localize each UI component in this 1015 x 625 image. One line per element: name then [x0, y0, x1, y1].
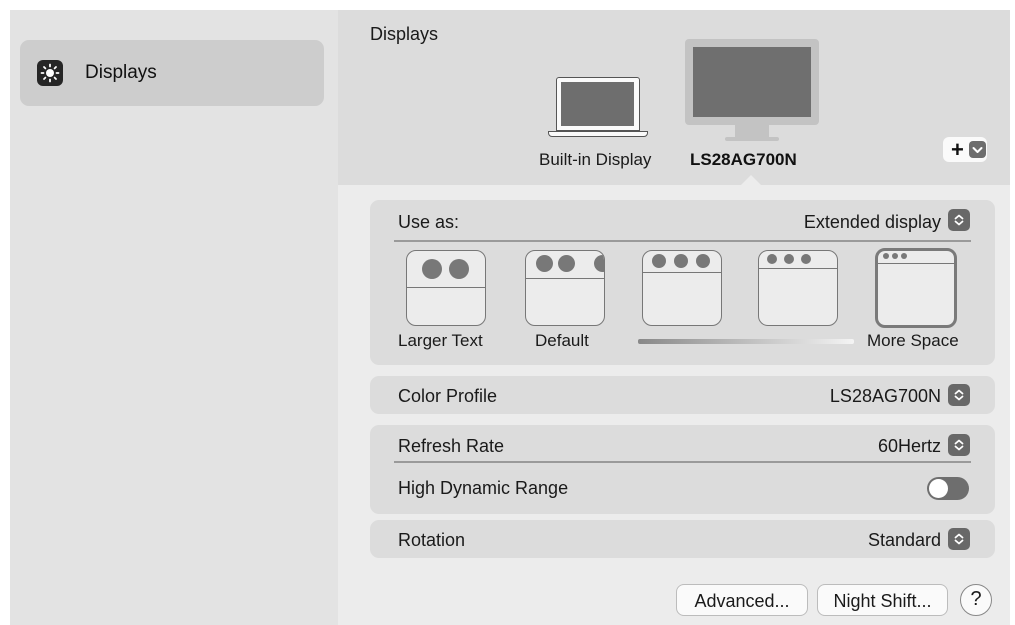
toggle-knob [929, 479, 948, 498]
add-display-button[interactable]: + [943, 137, 987, 162]
rotation-stepper-icon[interactable] [948, 528, 970, 550]
page-title: Displays [370, 24, 439, 44]
add-display-label: + [951, 137, 964, 162]
divider [394, 461, 971, 463]
color-profile-label: Color Profile [398, 386, 498, 406]
resolution-scale-gradient [638, 339, 854, 344]
brightness-icon [37, 60, 63, 86]
settings-window: Displays Displays Built-in Display LS28A… [10, 10, 1010, 625]
monitor-icon[interactable] [685, 39, 819, 151]
resolution-option-larger-text[interactable] [406, 250, 486, 326]
display-label-builtin[interactable]: Built-in Display [539, 150, 651, 170]
resolution-option-4[interactable] [758, 250, 838, 326]
rotation-label: Rotation [398, 530, 466, 550]
resolution-option-default[interactable] [525, 250, 605, 326]
night-shift-button[interactable]: Night Shift... [817, 584, 948, 616]
refresh-rate-label: Refresh Rate [398, 436, 505, 456]
resolution-label-default: Default [535, 331, 589, 350]
rotation-value[interactable]: Standard [868, 530, 941, 551]
refresh-rate-stepper-icon[interactable] [948, 434, 970, 456]
hdr-label: High Dynamic Range [398, 478, 569, 498]
color-profile-row: Color Profile LS28AG700N [370, 376, 995, 414]
rotation-row: Rotation Standard [370, 520, 995, 558]
sidebar-item-label: Displays [85, 62, 157, 83]
help-button[interactable]: ? [960, 584, 992, 616]
resolution-label-larger-text: Larger Text [398, 331, 483, 350]
resolution-label-more-space: More Space [867, 331, 959, 350]
divider [394, 240, 971, 242]
chevron-down-icon [969, 141, 986, 158]
refresh-rate-value[interactable]: 60Hertz [878, 436, 941, 457]
advanced-button[interactable]: Advanced... [676, 584, 808, 616]
color-profile-value[interactable]: LS28AG700N [830, 386, 941, 407]
selected-display-pointer [740, 175, 762, 186]
laptop-icon[interactable] [548, 77, 648, 140]
display-arrangement-header: Displays Built-in Display LS28AG700N + [338, 10, 1010, 185]
resolution-option-more-space[interactable] [875, 248, 957, 328]
resolution-option-3[interactable] [642, 250, 722, 326]
use-as-section: Use as: Extended display Larger Text Def… [370, 200, 995, 365]
color-profile-stepper-icon[interactable] [948, 384, 970, 406]
hdr-toggle[interactable] [927, 477, 969, 500]
sidebar: Displays [10, 10, 338, 625]
use-as-value[interactable]: Extended display [804, 212, 941, 233]
display-label-selected[interactable]: LS28AG700N [690, 150, 797, 170]
use-as-label: Use as: [398, 212, 460, 232]
sidebar-item-displays[interactable]: Displays [20, 40, 324, 106]
use-as-stepper-icon[interactable] [948, 209, 970, 231]
refresh-hdr-section: Refresh Rate 60Hertz High Dynamic Range [370, 425, 995, 514]
